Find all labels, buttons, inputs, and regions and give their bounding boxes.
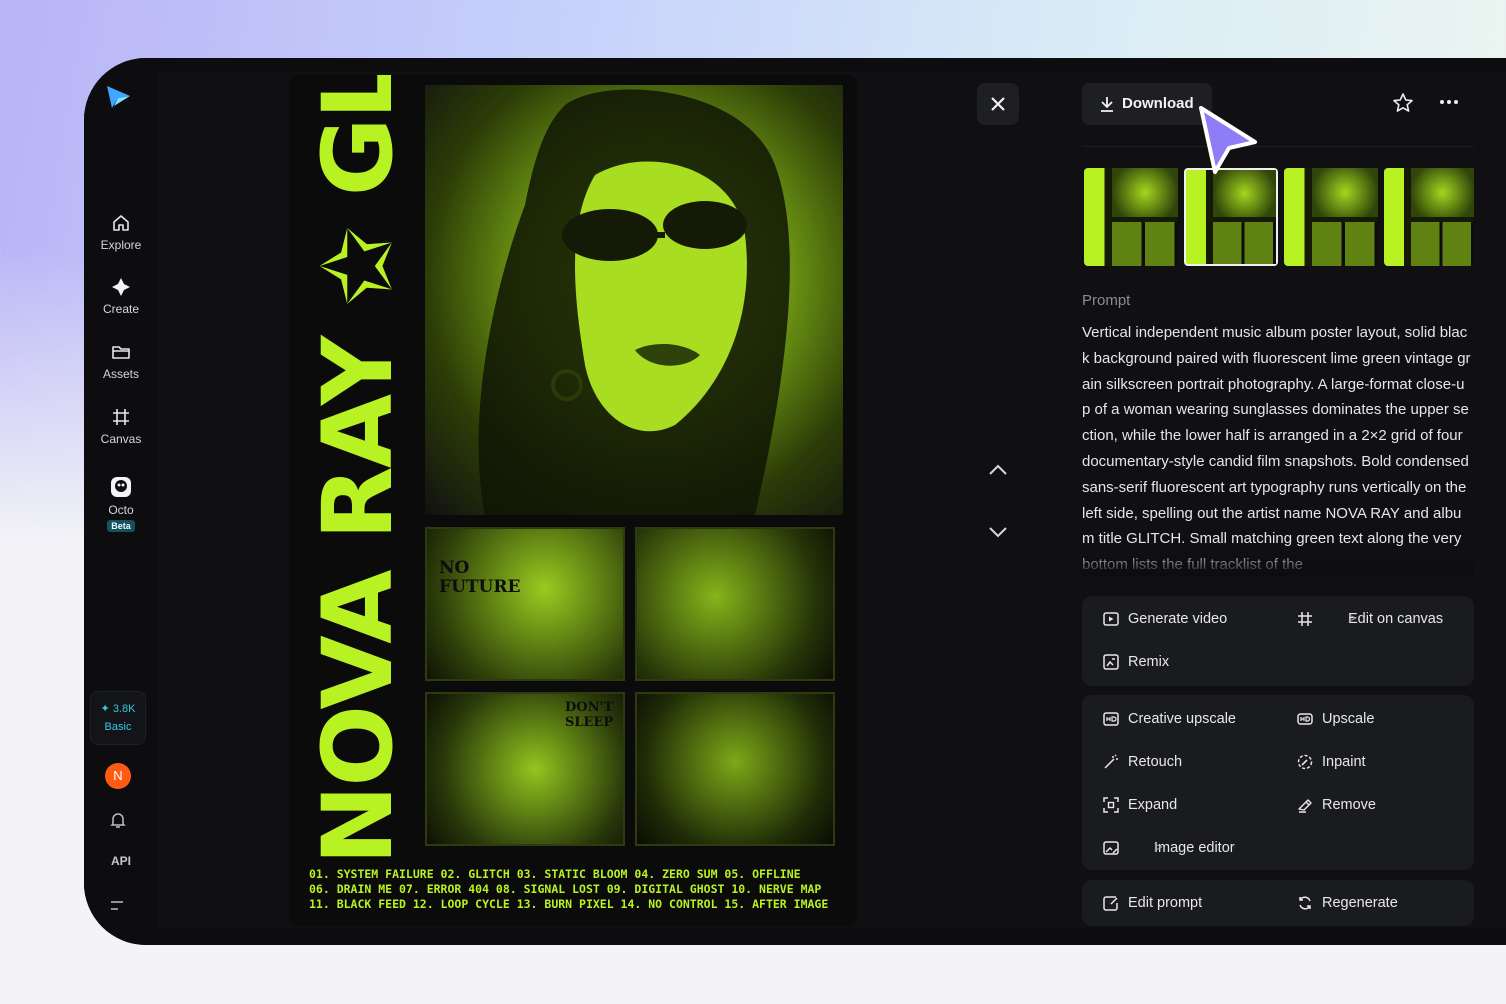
- play-icon: [1103, 612, 1119, 626]
- poster-tracklist: 01. SYSTEM FAILURE 02. GLITCH 03. STATIC…: [309, 867, 829, 911]
- image-edit-icon: [1103, 841, 1119, 855]
- eraser-icon: [1298, 799, 1312, 813]
- more-options-icon[interactable]: [1439, 95, 1459, 109]
- sparkle-icon: ✦: [100, 703, 110, 715]
- sidebar-item-create[interactable]: Create: [84, 276, 158, 316]
- actions-card-prompt: Edit prompt Regenerate: [1082, 880, 1474, 926]
- poster-vertical-title: NOVA RAY ✩ GLITCH: [302, 75, 414, 865]
- cursor-pointer-icon: [1199, 106, 1257, 174]
- canvas-icon: [113, 409, 129, 425]
- previous-image-button[interactable]: [984, 456, 1012, 484]
- thumbnail-4[interactable]: [1384, 168, 1474, 266]
- image-preview: NOVA RAY ✩ GLITCH NO FUTURE DON'T SLEEP …: [289, 75, 857, 926]
- hd-plus-icon: [1103, 712, 1119, 726]
- poster-snapshot: [635, 527, 835, 681]
- sidebar-item-label: Explore: [100, 238, 142, 252]
- sidebar-item-assets[interactable]: Assets: [84, 341, 158, 381]
- favorite-star-icon[interactable]: [1392, 92, 1414, 114]
- refresh-icon: [1299, 896, 1311, 910]
- sidebar-item-label: Octo: [108, 503, 134, 517]
- beta-badge: Beta: [107, 520, 135, 532]
- edit-icon: [1103, 896, 1118, 911]
- remix-icon: [1103, 654, 1119, 670]
- avatar[interactable]: N: [105, 763, 131, 789]
- expand-icon: [1103, 797, 1119, 813]
- inpaint-icon: [1297, 754, 1313, 770]
- hd-icon: [1297, 713, 1313, 725]
- thumbnail-3[interactable]: [1284, 168, 1378, 266]
- menu-icon[interactable]: [109, 898, 125, 914]
- next-image-button[interactable]: [984, 518, 1012, 546]
- thumbnail-1[interactable]: [1084, 168, 1178, 266]
- divider: [1082, 146, 1474, 147]
- sidebar-item-explore[interactable]: Explore: [84, 212, 158, 252]
- prompt-label: Prompt: [1082, 292, 1131, 309]
- sidebar-item-label: Canvas: [100, 432, 142, 446]
- canvas-icon: [1298, 612, 1312, 626]
- thumbnail-2-selected[interactable]: [1184, 168, 1278, 266]
- chevron-up-icon: [989, 464, 1007, 475]
- bell-icon[interactable]: [108, 810, 128, 830]
- sparkle-icon: [112, 278, 130, 296]
- sidebar-item-label: Create: [102, 302, 140, 316]
- sidebar-item-octo[interactable]: Octo Beta: [84, 475, 158, 532]
- chevron-down-icon: [989, 527, 1007, 538]
- octo-icon: [111, 477, 131, 497]
- poster-portrait: [425, 85, 843, 515]
- prompt-fade: [1082, 548, 1474, 576]
- portrait-illustration: [478, 89, 790, 515]
- download-icon: [1101, 97, 1113, 112]
- credits-amount: 3.8K: [112, 703, 136, 715]
- poster-snapshot: DON'T SLEEP: [425, 692, 625, 846]
- wand-icon: [1104, 754, 1118, 769]
- poster-snapshot: [635, 692, 835, 846]
- poster-snapshot: NO FUTURE: [425, 527, 625, 681]
- chevron-right-icon: >: [1348, 611, 1357, 627]
- home-icon: [113, 215, 129, 231]
- folder-icon: [112, 346, 130, 359]
- download-button[interactable]: Download: [1082, 83, 1212, 125]
- sidebar-item-label: Assets: [102, 367, 139, 381]
- sidebar-item-canvas[interactable]: Canvas: [84, 406, 158, 446]
- actions-card-create: Generate video Edit on canvas > Remix: [1082, 596, 1474, 686]
- actions-card-edit: Creative upscale Upscale Retouch Inpaint…: [1082, 695, 1474, 870]
- chevron-right-icon: >: [1154, 840, 1163, 856]
- prompt-text: Vertical independent music album poster …: [1082, 324, 1471, 573]
- credits-badge[interactable]: ✦ 3.8K Basic: [90, 691, 146, 745]
- logo-icon[interactable]: [104, 82, 132, 110]
- sidebar: Explore Create Assets Canvas Octo Beta ✦…: [84, 58, 158, 945]
- close-icon: [991, 97, 1005, 111]
- app-window: Explore Create Assets Canvas Octo Beta ✦…: [84, 58, 1506, 945]
- close-button[interactable]: [977, 83, 1019, 125]
- details-panel: Download Prompt Vertical independent mus…: [1082, 58, 1474, 945]
- plan-label: Basic: [104, 721, 132, 733]
- api-link[interactable]: API: [84, 854, 158, 868]
